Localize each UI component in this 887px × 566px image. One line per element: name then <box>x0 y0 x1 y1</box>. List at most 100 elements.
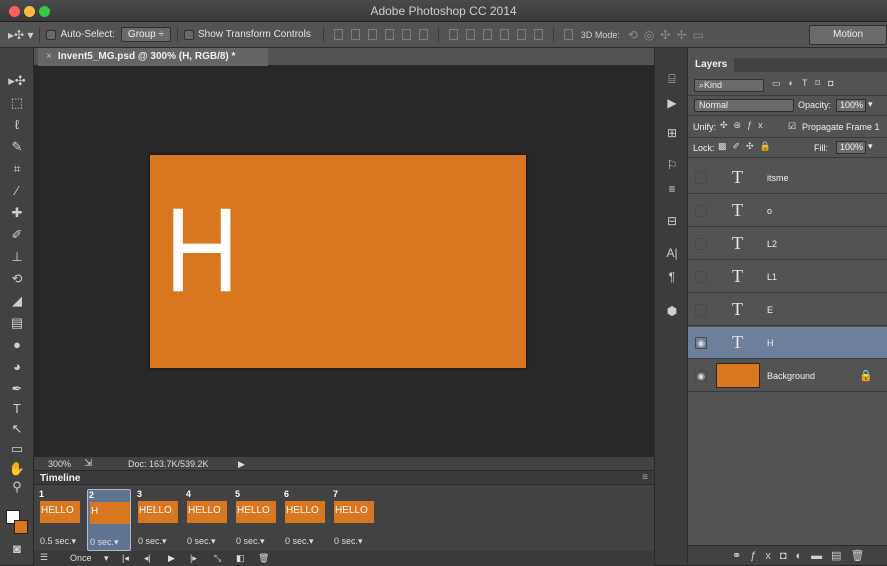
tween-icon[interactable]: ⤡ <box>214 553 221 564</box>
eye-icon[interactable] <box>695 172 707 184</box>
lock-icons[interactable]: ▩✐✣🔒 <box>718 141 777 152</box>
background-color-swatch[interactable] <box>14 520 28 534</box>
layer-row[interactable]: ◉ T H <box>688 327 887 359</box>
layer-name[interactable]: o <box>767 206 772 216</box>
clone-stamp-tool-icon[interactable]: ⊥ <box>6 248 28 266</box>
timeline-frame[interactable]: 2 H 0 sec.▾ <box>87 489 131 551</box>
3d-mode-icons[interactable]: ⟲◎✣✢▭ <box>628 28 710 42</box>
timeline-menu-icon[interactable]: ≡ <box>642 472 648 483</box>
layer-name[interactable]: H <box>767 338 774 348</box>
frame-thumbnail[interactable]: HELLO <box>187 501 227 523</box>
blur-tool-icon[interactable]: ● <box>6 336 28 354</box>
eye-icon[interactable] <box>695 238 707 250</box>
timeline-frame[interactable]: 7 HELLO 0 sec.▾ <box>332 489 376 551</box>
properties-panel-icon[interactable]: ⊞ <box>665 126 679 140</box>
move-tool-preset-icon[interactable]: ▸✣ ▾ <box>8 28 33 42</box>
frame-thumbnail[interactable]: HELLO <box>40 501 80 523</box>
eye-icon[interactable] <box>695 205 707 217</box>
layer-row[interactable]: Titsme <box>688 162 887 194</box>
delete-frame-icon[interactable]: 🗑 <box>258 553 269 564</box>
duplicate-frame-icon[interactable]: ◧ <box>236 553 245 564</box>
brush-presets-panel-icon[interactable]: ⊟ <box>665 214 679 228</box>
frame-delay[interactable]: 0 sec.▾ <box>236 536 265 547</box>
crop-tool-icon[interactable]: ⌗ <box>6 160 28 178</box>
loop-option[interactable]: Once <box>70 553 92 563</box>
lasso-tool-icon[interactable]: ℓ <box>6 116 28 134</box>
healing-brush-tool-icon[interactable]: ✚ <box>6 204 28 222</box>
frame-thumbnail[interactable]: HELLO <box>138 501 178 523</box>
frame-delay[interactable]: 0 sec.▾ <box>90 537 119 548</box>
3d-panel-icon[interactable]: ⬢ <box>665 304 679 318</box>
layer-name[interactable]: E <box>767 305 773 315</box>
frame-delay[interactable]: 0 sec.▾ <box>138 536 167 547</box>
type-tool-icon[interactable]: T <box>6 400 28 418</box>
distribute-vcenter-icon[interactable] <box>465 29 475 40</box>
align-hcenter-icon[interactable] <box>401 29 411 40</box>
frame-thumbnail[interactable]: HELLO <box>285 501 325 523</box>
timeline-frame[interactable]: 5 HELLO 0 sec.▾ <box>234 489 278 551</box>
convert-timeline-icon[interactable]: ☰ <box>40 552 48 563</box>
auto-select-dropdown[interactable]: Group ÷ <box>120 27 171 42</box>
gradient-tool-icon[interactable]: ▤ <box>6 314 28 332</box>
workspace-switcher[interactable]: Motion <box>809 25 887 45</box>
export-icon[interactable]: ⇲ <box>84 458 92 469</box>
align-bottom-icon[interactable] <box>367 29 377 40</box>
propagate-checkbox-icon[interactable]: ☑ <box>788 121 796 132</box>
loop-dropdown-icon[interactable]: ▾ <box>104 553 109 564</box>
quick-mask-icon[interactable]: ◙ <box>6 540 28 558</box>
unify-icons[interactable]: ✣⊛ƒx <box>720 120 769 131</box>
distribute-hcenter-icon[interactable] <box>516 29 526 40</box>
layer-name[interactable]: Background <box>767 371 815 381</box>
auto-select-checkbox[interactable] <box>46 29 57 40</box>
timeline-frame[interactable]: 4 HELLO 0 sec.▾ <box>185 489 229 551</box>
document-tab[interactable]: × Invent5_MG.psd @ 300% (H, RGB/8) * <box>38 48 268 66</box>
quick-select-tool-icon[interactable]: ✎ <box>6 138 28 156</box>
align-left-icon[interactable] <box>384 29 394 40</box>
character-panel-icon[interactable]: A| <box>665 246 679 260</box>
blend-mode-dropdown[interactable]: Normal <box>694 99 794 112</box>
adjustments-panel-icon[interactable]: ⚐ <box>665 158 679 172</box>
history-brush-tool-icon[interactable]: ⟲ <box>6 270 28 288</box>
opacity-input[interactable]: 100% <box>836 99 866 112</box>
actions-panel-icon[interactable]: ▶ <box>665 96 679 110</box>
eye-icon[interactable]: ◉ <box>695 370 707 382</box>
eraser-tool-icon[interactable]: ◢ <box>6 292 28 310</box>
move-tool-icon[interactable]: ▸✣ <box>6 72 28 90</box>
close-tab-icon[interactable]: × <box>46 51 52 62</box>
fill-slider-icon[interactable]: ▾ <box>868 141 873 152</box>
pen-tool-icon[interactable]: ✒ <box>6 380 28 398</box>
channels-panel-icon[interactable]: ≡ <box>665 182 679 196</box>
path-selection-tool-icon[interactable]: ↖ <box>6 420 28 438</box>
layers-tab[interactable]: Layers <box>688 58 734 72</box>
filter-kind-dropdown[interactable]: ⌕Kind <box>694 79 764 92</box>
dodge-tool-icon[interactable]: ◕ <box>6 358 28 376</box>
timeline-frame[interactable]: 6 HELLO 0 sec.▾ <box>283 489 327 551</box>
zoom-tool-icon[interactable]: ⚲ <box>6 478 28 496</box>
align-top-icon[interactable] <box>333 29 343 40</box>
layer-name[interactable]: L1 <box>767 272 777 282</box>
hand-tool-icon[interactable]: ✋ <box>6 460 28 478</box>
show-transform-option[interactable]: Show Transform Controls <box>184 29 311 40</box>
eyedropper-tool-icon[interactable]: ∕ <box>6 182 28 200</box>
layer-name[interactable]: L2 <box>767 239 777 249</box>
play-icon[interactable]: ▶ <box>168 553 175 564</box>
layer-row[interactable]: TE <box>688 294 887 326</box>
rectangle-tool-icon[interactable]: ▭ <box>6 440 28 458</box>
next-frame-icon[interactable]: |▸ <box>190 553 197 564</box>
frame-thumbnail[interactable]: HELLO <box>334 501 374 523</box>
layer-name[interactable]: itsme <box>767 173 789 183</box>
distribute-top-icon[interactable] <box>448 29 458 40</box>
layer-row[interactable]: To <box>688 195 887 227</box>
layer-row[interactable]: ◉ 🔒 Background <box>688 360 887 392</box>
distribute-left-icon[interactable] <box>499 29 509 40</box>
eye-icon[interactable]: ◉ <box>695 337 707 349</box>
timeline-frame[interactable]: 1 HELLO 0.5 sec.▾ <box>38 489 82 551</box>
frame-delay[interactable]: 0 sec.▾ <box>285 536 314 547</box>
canvas-text-h[interactable]: H <box>165 190 239 310</box>
distribute-right-icon[interactable] <box>533 29 543 40</box>
status-menu-arrow-icon[interactable]: ▶ <box>238 459 245 470</box>
align-right-icon[interactable] <box>418 29 428 40</box>
layer-actions-icons[interactable]: ⚭ƒx◘◐▬▤🗑 <box>732 549 873 562</box>
frame-thumbnail[interactable]: HELLO <box>236 501 276 523</box>
marquee-tool-icon[interactable]: ⬚ <box>6 94 28 112</box>
